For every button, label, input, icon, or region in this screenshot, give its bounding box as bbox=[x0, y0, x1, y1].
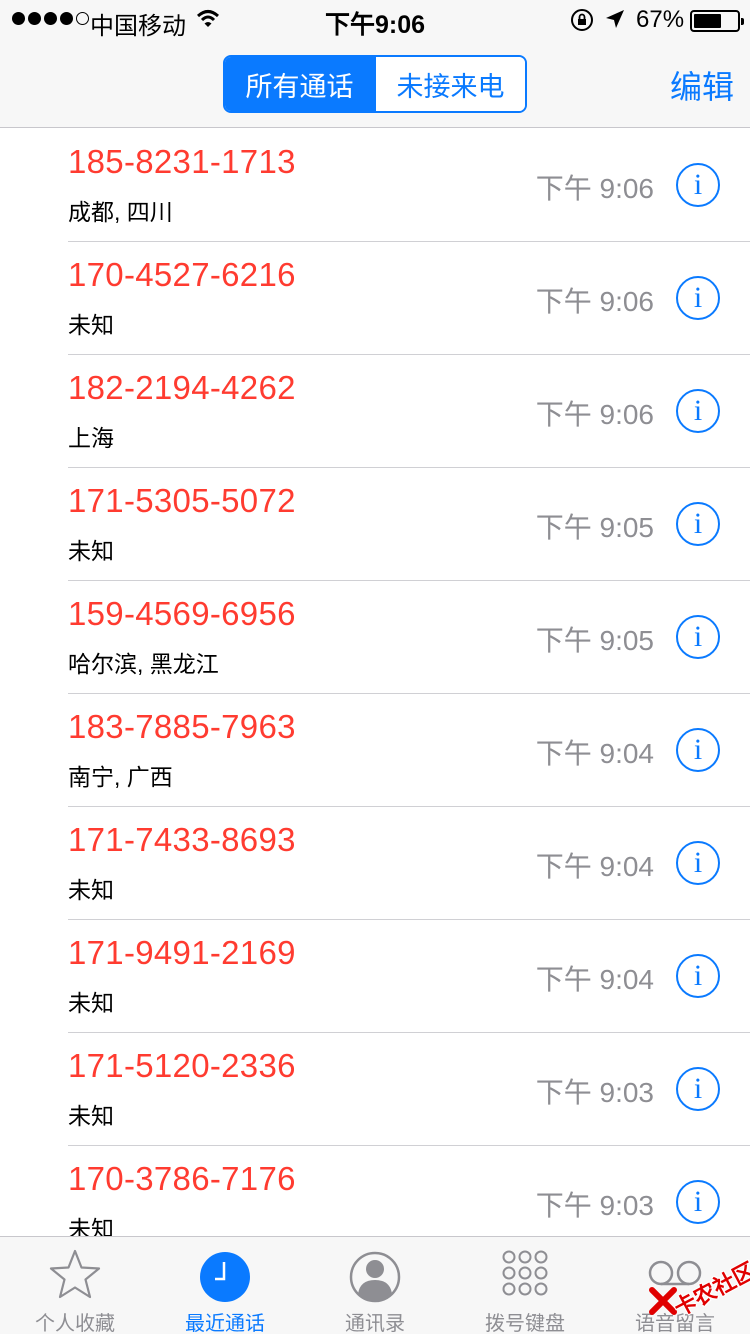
info-icon[interactable]: i bbox=[676, 1067, 720, 1111]
tab-bar: 个人收藏 最近通话 通讯录 拨号键盘 语音留言 bbox=[0, 1236, 750, 1334]
info-icon[interactable]: i bbox=[676, 389, 720, 433]
info-icon[interactable]: i bbox=[676, 728, 720, 772]
call-number: 171-5305-5072 bbox=[68, 482, 296, 519]
call-location: 未知 bbox=[68, 877, 114, 903]
tab-label: 最近通话 bbox=[185, 1313, 265, 1334]
star-icon bbox=[49, 1249, 101, 1299]
call-row[interactable]: 171-5305-5072 未知 下午 9:05 i bbox=[0, 468, 750, 581]
call-time: 下午 9:04 bbox=[535, 738, 654, 769]
info-icon[interactable]: i bbox=[676, 615, 720, 659]
tab-label: 通讯录 bbox=[345, 1313, 405, 1334]
voicemail-icon bbox=[648, 1260, 702, 1286]
call-filter-segmented-control: 所有通话 未接来电 bbox=[223, 55, 527, 113]
call-location: 未知 bbox=[68, 312, 114, 338]
info-icon[interactable]: i bbox=[676, 276, 720, 320]
call-location: 未知 bbox=[68, 990, 114, 1016]
call-time: 下午 9:04 bbox=[535, 964, 654, 995]
call-time: 下午 9:03 bbox=[535, 1190, 654, 1221]
segment-all-calls[interactable]: 所有通话 bbox=[225, 57, 374, 111]
location-arrow-icon bbox=[606, 10, 624, 28]
call-number: 171-7433-8693 bbox=[68, 821, 296, 858]
info-icon[interactable]: i bbox=[676, 954, 720, 998]
call-location: 哈尔滨, 黑龙江 bbox=[68, 651, 219, 677]
call-row[interactable]: 171-5120-2336 未知 下午 9:03 i bbox=[0, 1033, 750, 1146]
call-time: 下午 9:06 bbox=[535, 399, 654, 430]
info-icon[interactable]: i bbox=[676, 163, 720, 207]
battery-fill bbox=[694, 14, 721, 28]
call-location: 南宁, 广西 bbox=[68, 764, 173, 790]
keypad-icon bbox=[502, 1250, 548, 1296]
call-location: 未知 bbox=[68, 1216, 114, 1236]
call-number: 170-3786-7176 bbox=[68, 1160, 296, 1197]
battery-percent: 67% bbox=[636, 6, 685, 33]
call-location: 上海 bbox=[68, 425, 114, 451]
status-bar: 中国移动 下午9:06 67% bbox=[0, 0, 750, 40]
call-number: 171-9491-2169 bbox=[68, 934, 296, 971]
call-time: 下午 9:05 bbox=[535, 512, 654, 543]
call-row[interactable]: 171-9491-2169 未知 下午 9:04 i bbox=[0, 920, 750, 1033]
call-time: 下午 9:04 bbox=[535, 851, 654, 882]
call-time: 下午 9:06 bbox=[535, 286, 654, 317]
call-number: 185-8231-1713 bbox=[68, 143, 296, 180]
tab-voicemail[interactable]: 语音留言 bbox=[600, 1237, 750, 1334]
info-icon[interactable]: i bbox=[676, 502, 720, 546]
clock-icon bbox=[200, 1252, 250, 1302]
info-icon[interactable]: i bbox=[676, 841, 720, 885]
call-number: 159-4569-6956 bbox=[68, 595, 296, 632]
call-time: 下午 9:06 bbox=[535, 173, 654, 204]
call-number: 171-5120-2336 bbox=[68, 1047, 296, 1084]
call-row[interactable]: 170-3786-7176 未知 下午 9:03 i bbox=[0, 1146, 750, 1236]
phone-screen: 中国移动 下午9:06 67% 所有通话 未接来电 编辑 185-8231-17… bbox=[0, 0, 750, 1334]
orientation-lock-icon bbox=[571, 9, 593, 31]
call-location: 成都, 四川 bbox=[68, 199, 173, 225]
call-row[interactable]: 183-7885-7963 南宁, 广西 下午 9:04 i bbox=[0, 694, 750, 807]
contacts-icon bbox=[349, 1251, 401, 1303]
tab-label: 拨号键盘 bbox=[485, 1313, 565, 1334]
call-row[interactable]: 170-4527-6216 未知 下午 9:06 i bbox=[0, 242, 750, 355]
call-number: 183-7885-7963 bbox=[68, 708, 296, 745]
tab-recents[interactable]: 最近通话 bbox=[150, 1237, 300, 1334]
call-time: 下午 9:05 bbox=[535, 625, 654, 656]
navigation-bar: 所有通话 未接来电 编辑 bbox=[0, 40, 750, 128]
edit-button[interactable]: 编辑 bbox=[670, 62, 734, 108]
info-icon[interactable]: i bbox=[676, 1180, 720, 1224]
segment-missed-calls[interactable]: 未接来电 bbox=[374, 57, 525, 111]
battery-icon bbox=[690, 10, 744, 32]
call-row[interactable]: 185-8231-1713 成都, 四川 下午 9:06 i bbox=[0, 129, 750, 242]
tab-contacts[interactable]: 通讯录 bbox=[300, 1237, 450, 1334]
call-time: 下午 9:03 bbox=[535, 1077, 654, 1108]
call-row[interactable]: 182-2194-4262 上海 下午 9:06 i bbox=[0, 355, 750, 468]
tab-label: 语音留言 bbox=[635, 1313, 715, 1334]
recent-calls-list: 185-8231-1713 成都, 四川 下午 9:06 i 170-4527-… bbox=[0, 129, 750, 1236]
tab-label: 个人收藏 bbox=[35, 1313, 115, 1334]
call-location: 未知 bbox=[68, 1103, 114, 1129]
call-row[interactable]: 159-4569-6956 哈尔滨, 黑龙江 下午 9:05 i bbox=[0, 581, 750, 694]
call-row[interactable]: 171-7433-8693 未知 下午 9:04 i bbox=[0, 807, 750, 920]
call-location: 未知 bbox=[68, 538, 114, 564]
tab-favorites[interactable]: 个人收藏 bbox=[0, 1237, 150, 1334]
call-number: 170-4527-6216 bbox=[68, 256, 296, 293]
call-number: 182-2194-4262 bbox=[68, 369, 296, 406]
tab-keypad[interactable]: 拨号键盘 bbox=[450, 1237, 600, 1334]
